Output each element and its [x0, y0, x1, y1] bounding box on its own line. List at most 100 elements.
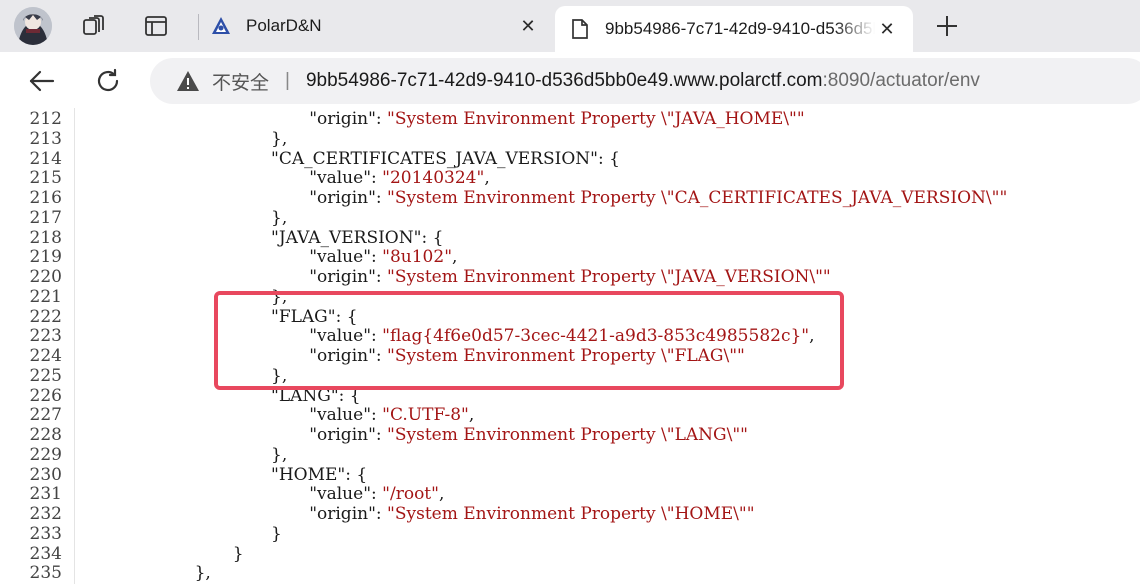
line-number: 227 [29, 405, 62, 426]
json-token: }, [271, 207, 288, 228]
json-token: "value": [309, 168, 383, 189]
json-token: "origin": [309, 425, 388, 445]
address-bar[interactable]: 不安全 | 9bb54986-7c71-42d9-9410-d536d5bb0e… [150, 58, 1140, 104]
json-token: , [452, 247, 458, 268]
json-token: , [484, 168, 490, 189]
code-line: 229}, [0, 444, 1140, 466]
close-tab-icon[interactable]: ✕ [516, 14, 540, 38]
code-line: 212 "origin": "System Environment Propert… [0, 109, 1140, 130]
line-text: "origin": "System Environment Property \… [309, 109, 805, 130]
profile-avatar[interactable] [14, 7, 52, 45]
line-text: "HOME": { [271, 464, 368, 486]
line-number: 233 [29, 523, 62, 544]
back-icon[interactable] [24, 64, 58, 98]
json-token: "value": [309, 405, 383, 426]
tab-title: 9bb54986-7c71-42d9-9410-d536d5bb0e49.www… [605, 19, 875, 38]
line-number: 226 [29, 385, 62, 406]
json-token: "value": [309, 484, 383, 505]
line-number: 234 [29, 543, 62, 564]
json-string: "20140324" [382, 168, 485, 189]
code-line: 234} [0, 543, 1140, 565]
line-number: 222 [29, 306, 62, 327]
json-string: "C.UTF-8" [382, 405, 469, 426]
line-text: "CA_CERTIFICATES_JAVA_VERSION": { [271, 148, 620, 170]
line-number: 218 [29, 227, 62, 248]
not-secure-warning-icon[interactable] [176, 70, 200, 92]
json-token: }, [194, 563, 211, 584]
json-token: "origin": [309, 188, 388, 208]
line-number: 231 [29, 484, 62, 505]
new-tab-icon[interactable] [932, 12, 962, 40]
tab-title: PolarD&N [246, 16, 322, 35]
json-string: "System Environment Property \"JAVA_HOME… [387, 109, 805, 129]
json-token: }, [271, 128, 288, 149]
line-number: 214 [29, 148, 62, 169]
json-token: "origin": [309, 267, 388, 287]
line-text: }, [271, 444, 288, 466]
code-line: 220 "origin": "System Environment Propert… [0, 267, 1140, 288]
line-text: }, [271, 207, 288, 229]
code-line: 232 "origin": "System Environment Propert… [0, 504, 1140, 525]
avatar-image [14, 7, 52, 45]
line-number: 230 [29, 464, 62, 485]
json-token: "origin": [309, 109, 388, 129]
code-line: 228 "origin": "System Environment Propert… [0, 425, 1140, 446]
address-divider: | [285, 70, 290, 91]
reload-icon[interactable] [91, 64, 125, 98]
line-number: 228 [29, 425, 62, 445]
line-number: 217 [29, 207, 62, 228]
tab-polardn[interactable]: PolarD&N ✕ [204, 0, 554, 52]
line-text: }, [194, 563, 211, 584]
code-line: 219 "value": "8u102", [0, 247, 1140, 268]
tab-separator [198, 14, 199, 40]
flag-highlight-box [214, 291, 844, 390]
line-text: }, [271, 128, 288, 150]
line-number: 232 [29, 504, 62, 524]
code-line: 235}, [0, 563, 1140, 584]
json-token: , [468, 405, 475, 426]
line-number: 215 [29, 168, 62, 189]
json-token: }, [271, 444, 288, 465]
json-token: } [232, 543, 244, 564]
security-label[interactable]: 不安全 [212, 68, 269, 95]
line-text: "origin": "System Environment Property \… [309, 425, 748, 446]
json-string: "System Environment Property \"LANG\"" [387, 425, 748, 445]
code-line: 214 "CA_CERTIFICATES_JAVA_VERSION": { [0, 148, 1140, 170]
line-number: 220 [29, 267, 62, 287]
json-token: "HOME": { [271, 464, 368, 485]
line-text: "origin": "System Environment Property \… [309, 267, 831, 288]
json-string: "System Environment Property \"CA_CERTIF… [387, 188, 1008, 208]
line-text: "value": "C.UTF-8", [309, 405, 475, 426]
line-number: 235 [29, 563, 62, 584]
url-path: :8090/actuator/env [822, 70, 980, 91]
polardn-favicon-icon [210, 15, 232, 37]
json-string: "8u102" [382, 247, 453, 268]
close-tab-icon[interactable]: ✕ [875, 17, 899, 41]
workspaces-icon[interactable] [80, 12, 108, 40]
json-token: "origin": [309, 504, 388, 524]
code-line: 231 "value": "/root", [0, 484, 1140, 505]
json-string: "System Environment Property \"HOME\"" [387, 504, 755, 524]
json-token: } [271, 523, 282, 544]
vertical-tabs-icon[interactable] [142, 12, 170, 40]
json-token: "JAVA_VERSION": { [271, 227, 444, 248]
line-text: "value": "/root", [309, 484, 444, 505]
json-token: "CA_CERTIFICATES_JAVA_VERSION": { [271, 148, 620, 169]
line-number: 212 [29, 109, 62, 129]
tab-strip: PolarD&N ✕ 9bb54986-7c71-42d9-9410-d536d… [0, 0, 1140, 52]
tab-actuator-env[interactable]: 9bb54986-7c71-42d9-9410-d536d5bb0e49.www… [555, 6, 913, 52]
line-text: "origin": "System Environment Property \… [309, 188, 1008, 209]
code-line: 230 "HOME": { [0, 464, 1140, 486]
line-number: 225 [29, 365, 62, 386]
line-text: "JAVA_VERSION": { [271, 227, 444, 249]
code-line: 218 "JAVA_VERSION": { [0, 227, 1140, 249]
code-line: 227 "value": "C.UTF-8", [0, 405, 1140, 426]
line-number: 213 [29, 128, 62, 149]
page-content: 212 "origin": "System Environment Propert… [0, 108, 1140, 584]
code-line: 217}, [0, 207, 1140, 229]
toolbar: 不安全 | 9bb54986-7c71-42d9-9410-d536d5bb0e… [0, 52, 1140, 108]
line-number: 223 [29, 326, 62, 347]
line-text: "origin": "System Environment Property \… [309, 504, 755, 525]
json-string: "/root" [382, 484, 439, 505]
json-token: "value": [309, 247, 383, 268]
